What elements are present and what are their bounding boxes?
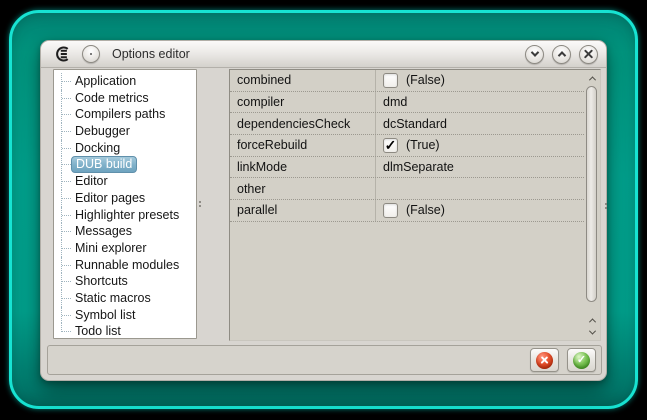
sidebar-item-label: Editor pages xyxy=(75,190,146,205)
sidebar-item-label: Debugger xyxy=(75,124,130,139)
property-value[interactable]: (False) xyxy=(376,202,584,218)
accept-icon: ✓ xyxy=(573,351,590,369)
cancel-icon xyxy=(536,351,553,369)
sidebar-item-label: Todo list xyxy=(75,324,121,339)
close-icon xyxy=(583,49,594,60)
sidebar-item-mini-explorer[interactable]: Mini explorer xyxy=(54,239,196,257)
window-menu-button[interactable] xyxy=(82,45,100,63)
sidebar-item-label: Code metrics xyxy=(75,90,149,105)
chevron-down-icon xyxy=(530,48,539,57)
sidebar-item-label: Highlighter presets xyxy=(75,207,180,222)
property-value[interactable]: ✓ (True) xyxy=(376,137,584,153)
property-value-text: dcStandard xyxy=(383,116,447,131)
window-title: Options editor xyxy=(112,47,190,61)
sidebar-item-messages[interactable]: Messages xyxy=(54,223,196,240)
splitter-handle-right[interactable] xyxy=(605,201,608,211)
property-value[interactable]: (False) xyxy=(376,72,584,88)
property-value[interactable]: dcStandard xyxy=(376,117,584,131)
x-glyph xyxy=(540,356,549,365)
property-value[interactable]: dlmSeparate xyxy=(376,160,584,174)
titlebar-buttons xyxy=(525,44,598,64)
property-value-text: dlmSeparate xyxy=(383,160,454,175)
sidebar-item-code-metrics[interactable]: Code metrics xyxy=(54,89,196,107)
menu-dot-icon xyxy=(90,53,92,55)
sidebar-item-runnable-modules[interactable]: Runnable modules xyxy=(54,256,196,274)
sidebar-item-label: Symbol list xyxy=(75,307,136,322)
sidebar-item-todo-list[interactable]: Todo list xyxy=(54,323,196,339)
property-value-text: dmd xyxy=(383,95,408,110)
checkbox-unchecked-icon[interactable] xyxy=(383,72,398,88)
property-value-text: (True) xyxy=(406,138,440,153)
check-glyph: ✓ xyxy=(576,354,587,366)
vertical-scrollbar[interactable] xyxy=(584,70,600,340)
property-row-linkmode: linkMode dlmSeparate xyxy=(230,156,584,179)
property-name[interactable]: parallel xyxy=(230,200,376,221)
sidebar-item-label: Shortcuts xyxy=(75,274,128,289)
chevron-up-icon xyxy=(588,75,596,83)
sidebar-item-label: Application xyxy=(75,74,137,88)
property-name[interactable]: dependenciesCheck xyxy=(230,113,376,135)
property-row-compiler: compiler dmd xyxy=(230,91,584,114)
sidebar-item-label: Editor xyxy=(75,174,108,189)
sidebar-item-label: Runnable modules xyxy=(75,257,180,272)
property-name[interactable]: forceRebuild xyxy=(230,135,376,156)
scroll-down-button[interactable] xyxy=(584,326,600,338)
sidebar-item-debugger[interactable]: Debugger xyxy=(54,123,196,140)
property-value[interactable]: dmd xyxy=(376,95,584,109)
scroll-up-button-bottom[interactable] xyxy=(584,314,600,326)
sidebar-item-application[interactable]: Application xyxy=(54,73,196,90)
sidebar-item-symbol-list[interactable]: Symbol list xyxy=(54,306,196,324)
property-row-dependenciescheck: dependenciesCheck dcStandard xyxy=(230,113,584,136)
maximize-button[interactable] xyxy=(552,44,571,64)
property-value-text: (False) xyxy=(406,73,445,88)
sidebar-item-static-macros[interactable]: Static macros xyxy=(54,289,196,307)
property-grid: combined (False) compiler dmd dependenci… xyxy=(229,69,601,341)
cancel-button[interactable] xyxy=(530,348,559,372)
footer-bar: ✓ xyxy=(47,345,602,375)
property-row-combined: combined (False) xyxy=(230,70,584,92)
sidebar-item-docking[interactable]: Docking xyxy=(54,139,196,157)
sidebar-item-dub-build[interactable]: DUB build xyxy=(54,156,196,173)
property-name[interactable]: combined xyxy=(230,70,376,91)
scrollbar-thumb[interactable] xyxy=(586,86,597,302)
property-value-text: (False) xyxy=(406,203,445,218)
options-editor-window: Options editor Application Code metrics … xyxy=(40,40,607,381)
property-row-forcerebuild: forceRebuild ✓ (True) xyxy=(230,135,584,157)
titlebar[interactable]: Options editor xyxy=(41,41,606,68)
sidebar-item-label: Compilers paths xyxy=(75,107,166,122)
splitter-handle[interactable] xyxy=(199,199,202,209)
property-row-other: other xyxy=(230,178,584,201)
minimize-button[interactable] xyxy=(525,44,544,64)
sidebar-item-editor-pages[interactable]: Editor pages xyxy=(54,189,196,207)
chevron-up-icon xyxy=(588,317,596,325)
sidebar-item-highlighter-presets[interactable]: Highlighter presets xyxy=(54,206,196,224)
checkbox-unchecked-icon[interactable] xyxy=(383,202,398,218)
sidebar-item-editor[interactable]: Editor xyxy=(54,173,196,190)
scroll-up-button[interactable] xyxy=(584,72,600,84)
sidebar-item-label: Mini explorer xyxy=(75,240,147,255)
checkbox-checked-icon[interactable]: ✓ xyxy=(383,137,398,153)
sidebar-item-label: Docking xyxy=(75,140,121,155)
sidebar-item-label: Messages xyxy=(75,224,132,239)
category-tree: Application Code metrics Compilers paths… xyxy=(53,69,197,339)
sidebar-item-label: Static macros xyxy=(75,290,151,305)
property-rows: combined (False) compiler dmd dependenci… xyxy=(230,70,584,222)
property-name[interactable]: compiler xyxy=(230,91,376,113)
selected-item-highlight: DUB build xyxy=(71,156,138,173)
chevron-down-icon xyxy=(588,327,596,335)
sidebar-item-compilers-paths[interactable]: Compilers paths xyxy=(54,106,196,123)
coedit-logo-icon xyxy=(56,46,69,62)
chevron-up-icon xyxy=(557,51,566,60)
property-name[interactable]: linkMode xyxy=(230,156,376,178)
close-button[interactable] xyxy=(579,44,598,64)
sidebar-item-shortcuts[interactable]: Shortcuts xyxy=(54,273,196,290)
accept-button[interactable]: ✓ xyxy=(567,348,596,372)
property-row-parallel: parallel (False) xyxy=(230,200,584,222)
property-name[interactable]: other xyxy=(230,178,376,200)
